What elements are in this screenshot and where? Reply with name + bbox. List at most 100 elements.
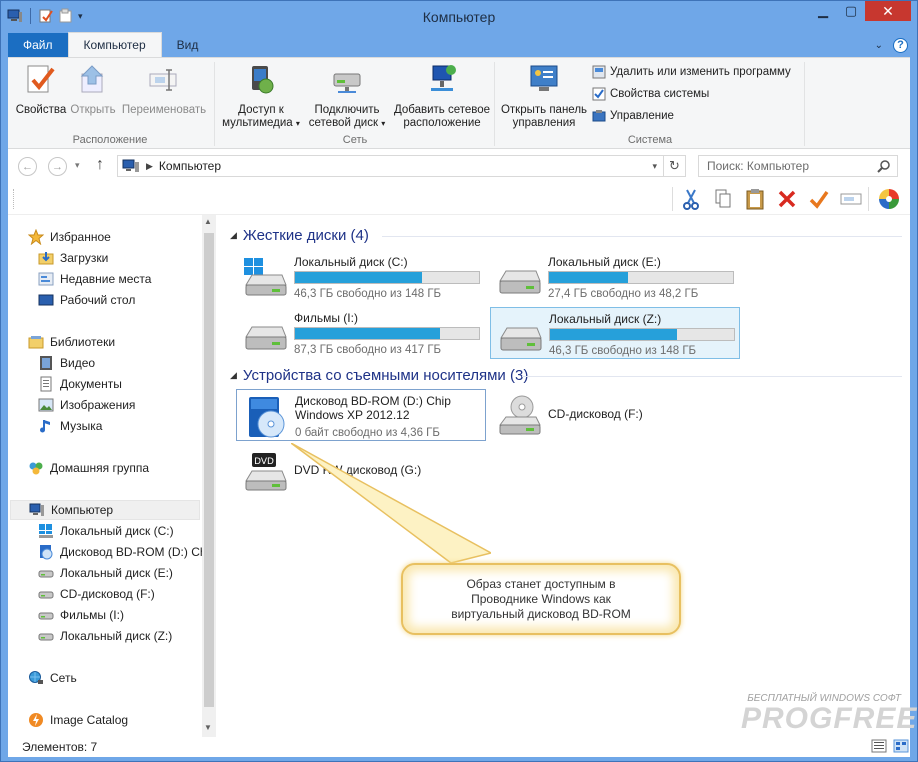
drive-i-info: 87,3 ГБ свободно из 417 ГБ [294, 344, 442, 356]
tab-file[interactable]: Файл [8, 33, 68, 57]
window-title: Компьютер [422, 9, 496, 25]
nav-music[interactable]: Музыка [38, 416, 102, 436]
nav-drive-f[interactable]: CD-дисковод (F:) [38, 584, 155, 604]
nav-favorites[interactable]: Избранное [28, 227, 111, 247]
drive-tile-f[interactable]: CD-дисковод (F:) [490, 389, 740, 441]
address-dropdown-icon[interactable]: ▾ [652, 161, 657, 172]
nav-image-catalog[interactable]: Image Catalog [28, 710, 128, 730]
drive-tile-z[interactable]: Локальный диск (Z:) 46,3 ГБ свободно из … [490, 307, 740, 359]
ribbon-expand-icon[interactable]: ⌄ [875, 40, 883, 51]
drive-c-usage-bar [294, 271, 480, 284]
music-icon [40, 420, 50, 433]
color-wheel-button[interactable] [876, 187, 902, 211]
properties-toolbar-button[interactable] [806, 187, 832, 211]
control-panel-button[interactable]: Открыть панель управления [496, 62, 592, 130]
section-hard-disks[interactable]: ◢ Жесткие диски (4) [230, 225, 369, 245]
nav-homegroup-label: Домашняя группа [50, 461, 150, 475]
scroll-up-icon[interactable]: ▲ [204, 217, 212, 226]
nav-drive-e[interactable]: Локальный диск (E:) [38, 563, 173, 583]
open-button[interactable]: Открыть [68, 62, 118, 117]
callout-line1: Образ станет доступным в [466, 576, 616, 591]
nav-drive-i-label: Фильмы (I:) [60, 608, 124, 622]
copy-icon [715, 189, 731, 208]
nav-downloads[interactable]: Загрузки [38, 248, 108, 268]
properties-button[interactable]: Свойства [14, 62, 68, 117]
nav-network-label: Сеть [50, 671, 77, 685]
search-icon[interactable] [877, 159, 891, 173]
explorer-window: ▾ Компьютер ▁ ▢ ✕ Файл Компьютер Вид ⌄ ?… [0, 0, 918, 762]
cut-button[interactable] [678, 187, 704, 211]
map-drive-button[interactable]: Подключить сетевой диск ▾ [302, 62, 392, 130]
delete-button[interactable] [774, 187, 800, 211]
add-network-location-button[interactable]: Добавить сетевое расположение [390, 62, 494, 130]
media-access-button[interactable]: Доступ к мультимедиа ▾ [216, 62, 306, 130]
search-box[interactable]: Поиск: Компьютер [698, 155, 898, 177]
video-icon [40, 356, 52, 370]
drive-i-name: Фильмы (I:) [294, 311, 358, 325]
copy-button[interactable] [710, 187, 736, 211]
nav-pictures[interactable]: Изображения [38, 395, 135, 415]
recent-locations-icon[interactable]: ▾ [75, 160, 80, 171]
windows-drive-icon [39, 524, 53, 538]
documents-icon [40, 376, 52, 392]
refresh-button[interactable]: ↻ [663, 156, 685, 176]
nav-video[interactable]: Видео [38, 353, 95, 373]
nav-drive-d[interactable]: Дисковод BD-ROM (D:) Ch [38, 542, 207, 562]
breadcrumb-chevron-icon[interactable]: ▶ [146, 161, 153, 172]
breadcrumb-computer[interactable]: Компьютер [159, 159, 221, 173]
nav-computer[interactable]: Компьютер [10, 500, 200, 520]
ribbon-separator [214, 62, 215, 146]
minimize-button[interactable]: ▁ [809, 1, 837, 21]
nav-libraries[interactable]: Библиотеки [28, 332, 115, 352]
nav-desktop[interactable]: Рабочий стол [38, 290, 135, 310]
drive-tile-d[interactable]: Дисковод BD-ROM (D:) Chip Windows XP 2012… [236, 389, 486, 441]
scroll-thumb[interactable] [204, 233, 214, 707]
star-icon [28, 229, 44, 245]
nav-drive-c[interactable]: Локальный диск (C:) [38, 521, 174, 541]
drive-tile-e[interactable]: Локальный диск (E:) 27,4 ГБ свободно из … [490, 251, 740, 303]
back-button[interactable]: ← [18, 157, 37, 176]
collapse-triangle-icon[interactable]: ◢ [230, 370, 237, 381]
maximize-button[interactable]: ▢ [837, 1, 865, 21]
tab-view[interactable]: Вид [162, 33, 214, 57]
nav-drive-i[interactable]: Фильмы (I:) [38, 605, 124, 625]
drive-f-name: CD-дисковод (F:) [548, 407, 643, 421]
help-icon[interactable]: ? [893, 37, 908, 53]
uninstall-program-button[interactable]: Удалить или изменить программу [592, 62, 791, 82]
collapse-triangle-icon[interactable]: ◢ [230, 230, 237, 241]
windows-hard-drive-icon [244, 258, 287, 296]
nav-drive-z[interactable]: Локальный диск (Z:) [38, 626, 172, 646]
nav-documents[interactable]: Документы [38, 374, 122, 394]
drive-d-name-line2: Windows XP 2012.12 [295, 408, 410, 422]
media-icon [252, 66, 274, 94]
close-button[interactable]: ✕ [865, 1, 911, 21]
nav-scrollbar[interactable]: ▲ ▼ [202, 215, 216, 737]
rename-label: Переименовать [121, 104, 207, 116]
drive-tile-c[interactable]: Локальный диск (C:) 46,3 ГБ свободно из … [236, 251, 486, 303]
homegroup-icon [29, 462, 43, 475]
section-removable[interactable]: ◢ Устройства со съемными носителями (3) [230, 365, 528, 385]
nav-drive-e-label: Локальный диск (E:) [60, 566, 173, 580]
drive-tile-i[interactable]: Фильмы (I:) 87,3 ГБ свободно из 417 ГБ [236, 307, 486, 359]
section-divider [382, 236, 902, 237]
tab-computer[interactable]: Компьютер [67, 32, 162, 57]
tiles-view-icon[interactable] [893, 739, 909, 753]
desktop-icon [38, 294, 54, 306]
rename-button[interactable]: Переименовать [116, 62, 212, 117]
address-bar[interactable]: ▶ Компьютер ▾ ↻ [117, 155, 686, 177]
paste-button[interactable] [742, 187, 768, 211]
nav-network[interactable]: Сеть [28, 668, 77, 688]
system-properties-button[interactable]: Свойства системы [592, 84, 709, 104]
details-view-icon[interactable] [871, 739, 887, 753]
hard-drive-icon [499, 270, 541, 294]
drive-c-info: 46,3 ГБ свободно из 148 ГБ [294, 288, 442, 300]
forward-button[interactable]: → [48, 157, 67, 176]
manage-button[interactable]: Управление [592, 106, 674, 126]
nav-homegroup[interactable]: Домашняя группа [28, 458, 149, 478]
callout-line2: Проводнике Windows как [471, 591, 611, 606]
add-network-location-label-line2: расположение [403, 117, 481, 129]
up-button[interactable]: ↑ [96, 156, 104, 174]
nav-recent[interactable]: Недавние места [38, 269, 151, 289]
scroll-down-icon[interactable]: ▼ [204, 723, 212, 732]
rename-toolbar-button[interactable] [838, 187, 864, 211]
